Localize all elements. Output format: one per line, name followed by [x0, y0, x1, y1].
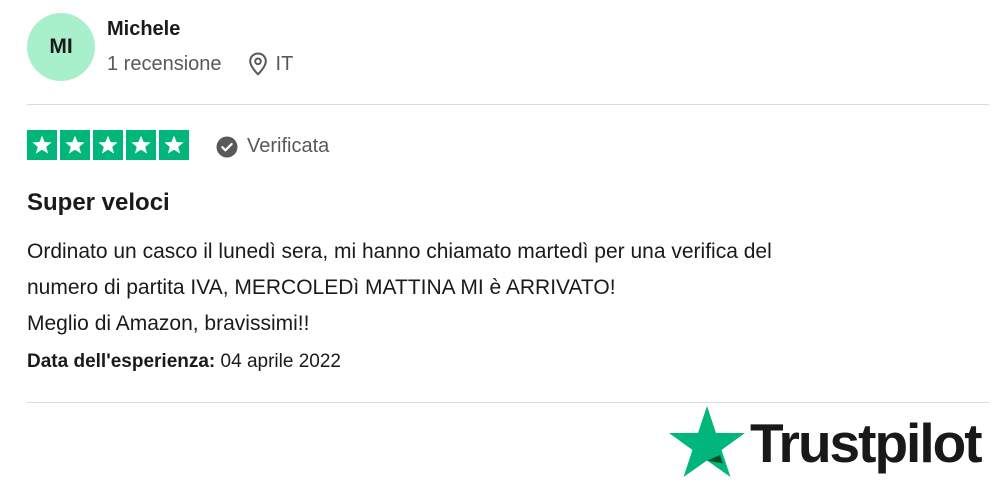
verified-check-icon — [216, 136, 238, 158]
experience-date: Data dell'esperienza: 04 aprile 2022 — [27, 351, 341, 373]
experience-date-label: Data dell'esperienza: — [27, 351, 216, 372]
location-pin-icon — [248, 52, 268, 76]
trustpilot-star-icon — [668, 404, 746, 478]
reviewer-country: IT — [275, 52, 294, 75]
trustpilot-logo: Trustpilot — [668, 404, 983, 478]
avatar[interactable]: MI — [27, 13, 95, 81]
star-rating — [27, 130, 189, 160]
review-body-line: Meglio di Amazon, bravissimi!! — [27, 312, 310, 335]
review-title: Super veloci — [27, 189, 170, 216]
review-body: Ordinato un casco il lunedì sera, mi han… — [27, 234, 977, 342]
divider — [27, 402, 989, 403]
review-card: MI Michele 1 recensione IT Verificata Su… — [0, 0, 1000, 500]
experience-date-value: 04 aprile 2022 — [220, 351, 341, 372]
reviewer-meta: 1 recensione IT — [107, 52, 293, 76]
star-icon — [126, 130, 156, 160]
star-icon — [159, 130, 189, 160]
reviewer-name[interactable]: Michele — [107, 18, 180, 41]
avatar-initials: MI — [49, 35, 73, 58]
review-body-line: numero di partita IVA, MERCOLEDì MATTINA… — [27, 276, 616, 299]
star-icon — [93, 130, 123, 160]
review-body-line: Ordinato un casco il lunedì sera, mi han… — [27, 240, 772, 263]
divider — [27, 104, 989, 105]
verified-label: Verificata — [247, 135, 330, 157]
review-count: 1 recensione — [107, 52, 222, 75]
star-icon — [27, 130, 57, 160]
star-icon — [60, 130, 90, 160]
verified-badge[interactable]: Verificata — [216, 135, 329, 158]
trustpilot-wordmark: Trustpilot — [750, 412, 983, 474]
